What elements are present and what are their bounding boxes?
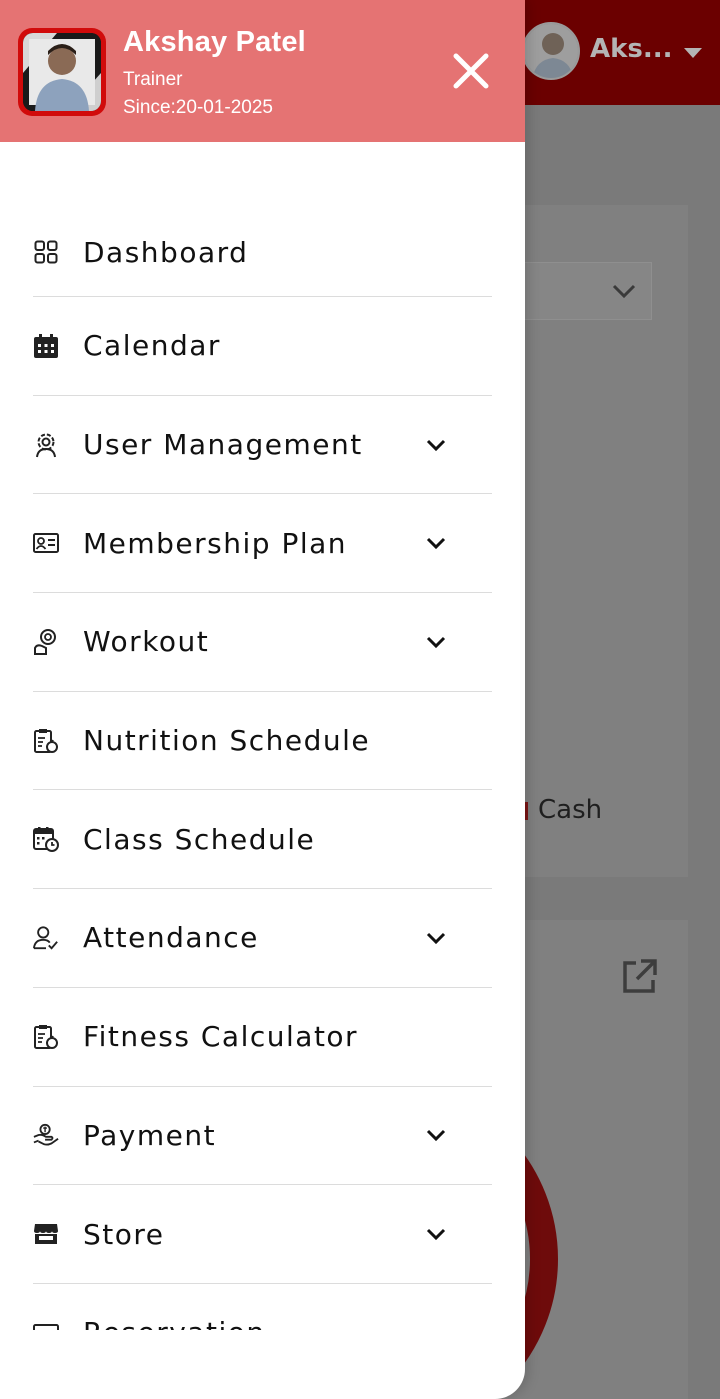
profile-since: Since:20-01-2025 — [123, 97, 273, 118]
calendar-icon — [33, 333, 59, 359]
workout-icon — [33, 628, 59, 655]
menu-label: Membership Plan — [83, 526, 348, 560]
menu-item-user-management[interactable]: User Management — [33, 396, 492, 495]
chevron-down-icon[interactable] — [425, 929, 447, 947]
external-link-icon[interactable] — [620, 958, 658, 1000]
menu-label: Class Schedule — [83, 822, 316, 856]
close-drawer-button[interactable] — [448, 48, 494, 94]
menu-item-workout[interactable]: Workout — [33, 593, 492, 692]
clipboard-apple-icon — [33, 728, 59, 754]
chevron-down-icon[interactable] — [425, 534, 447, 552]
drawer-menu: Dashboard Calendar User Management Membe… — [33, 208, 492, 1330]
profile-avatar — [18, 28, 106, 116]
membership-card-icon — [33, 530, 59, 556]
reservation-book-icon — [33, 1320, 59, 1330]
chevron-down-icon[interactable] — [425, 1225, 447, 1243]
menu-label: Dashboard — [83, 235, 249, 269]
menu-label: User Management — [83, 428, 363, 462]
legend-cash-label: Cash — [538, 795, 603, 825]
chevron-down-icon[interactable] — [425, 1126, 447, 1144]
close-icon — [453, 53, 489, 89]
menu-label: Payment — [83, 1118, 217, 1152]
profile-role: Trainer — [123, 69, 183, 90]
payment-hand-icon — [33, 1122, 59, 1148]
profile-name: Akshay Patel — [123, 26, 306, 58]
header-user-name[interactable]: Aks... — [590, 34, 673, 64]
menu-label: Calendar — [83, 329, 221, 363]
navigation-drawer: Akshay Patel Trainer Since:20-01-2025 Da… — [0, 0, 525, 1399]
menu-label: Workout — [83, 625, 210, 659]
dashboard-grid-icon — [33, 239, 59, 265]
menu-label: Nutrition Schedule — [83, 724, 371, 758]
menu-label: Attendance — [83, 921, 259, 955]
user-check-icon — [33, 925, 59, 951]
drawer-header: Akshay Patel Trainer Since:20-01-2025 — [0, 0, 525, 142]
menu-item-dashboard[interactable]: Dashboard — [33, 208, 492, 297]
menu-item-membership-plan[interactable]: Membership Plan — [33, 494, 492, 594]
menu-item-store[interactable]: Store — [33, 1185, 492, 1284]
chevron-down-icon[interactable] — [425, 633, 447, 651]
profile-photo — [23, 33, 101, 111]
menu-item-reservation[interactable]: Reservation — [33, 1284, 492, 1330]
clipboard-apple-icon — [33, 1024, 59, 1050]
menu-item-class-schedule[interactable]: Class Schedule — [33, 790, 492, 890]
menu-item-fitness-calculator[interactable]: Fitness Calculator — [33, 988, 492, 1087]
menu-item-payment[interactable]: Payment — [33, 1087, 492, 1186]
menu-item-attendance[interactable]: Attendance — [33, 889, 492, 988]
chevron-down-icon[interactable] — [425, 436, 447, 454]
calendar-clock-icon — [33, 826, 59, 853]
menu-label: Reservation — [83, 1316, 266, 1330]
header-avatar[interactable] — [522, 22, 580, 80]
menu-label: Store — [83, 1217, 165, 1251]
store-icon — [33, 1221, 59, 1247]
menu-label: Fitness Calculator — [83, 1020, 359, 1054]
user-management-icon — [33, 432, 59, 458]
menu-item-nutrition-schedule[interactable]: Nutrition Schedule — [33, 692, 492, 791]
caret-down-icon[interactable] — [684, 48, 702, 58]
chevron-down-icon — [612, 284, 636, 299]
menu-item-calendar[interactable]: Calendar — [33, 297, 492, 396]
